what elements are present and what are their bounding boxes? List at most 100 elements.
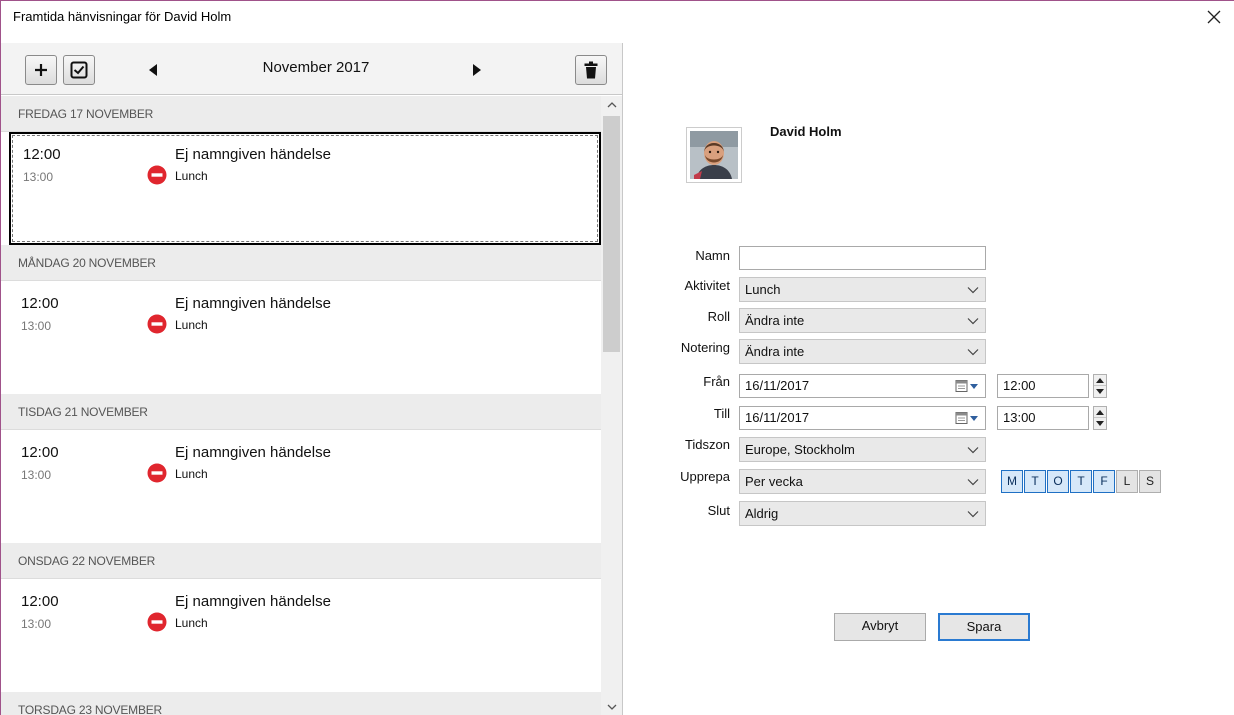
scrollbar-thumb[interactable] <box>603 116 620 352</box>
scroll-down-button[interactable] <box>601 698 622 715</box>
day-header: TISDAG 21 NOVEMBER <box>1 394 601 430</box>
event-activity: Lunch <box>175 169 208 183</box>
weekday-toggle-tuesday[interactable]: T <box>1024 470 1046 493</box>
weekday-toggle-sunday[interactable]: S <box>1139 470 1161 493</box>
weekday-toggle-friday[interactable]: F <box>1093 470 1115 493</box>
person-name: David Holm <box>770 124 842 139</box>
note-value: Ändra inte <box>745 344 805 359</box>
name-label: Namn <box>695 248 730 263</box>
spin-down-icon[interactable] <box>1094 418 1106 429</box>
event-activity: Lunch <box>175 467 208 481</box>
weekday-toggle-saturday[interactable]: L <box>1116 470 1138 493</box>
person-photo <box>690 131 738 179</box>
scroll-up-button[interactable] <box>601 96 622 114</box>
event-end-time: 13:00 <box>21 319 52 333</box>
end-value: Aldrig <box>745 506 779 521</box>
to-time-field[interactable]: 13:00 <box>997 406 1089 430</box>
event-end-time: 13:00 <box>21 468 52 482</box>
avatar <box>686 127 742 183</box>
day-header: ONSDAG 22 NOVEMBER <box>1 543 601 579</box>
no-entry-icon <box>147 463 167 483</box>
to-date-value: 16/11/2017 <box>745 410 810 425</box>
event-item[interactable]: 12:00 13:00 Ej namngiven händelse Lunch <box>1 430 601 543</box>
event-end-time: 13:00 <box>23 170 54 184</box>
no-entry-icon <box>147 314 167 334</box>
activity-select[interactable]: Lunch <box>739 277 986 302</box>
from-time-field[interactable]: 12:00 <box>997 374 1089 398</box>
day-header: MÅNDAG 20 NOVEMBER <box>1 245 601 281</box>
chevron-down-icon <box>967 447 979 454</box>
event-start-time: 12:00 <box>21 593 59 610</box>
save-button[interactable]: Spara <box>938 613 1030 641</box>
checkbox-icon <box>70 61 88 79</box>
current-month: November 2017 <box>262 59 370 76</box>
weekday-toggle-monday[interactable]: M <box>1001 470 1023 493</box>
previous-month-button[interactable] <box>147 63 161 77</box>
end-select[interactable]: Aldrig <box>739 501 986 526</box>
select-events-button[interactable] <box>63 55 95 85</box>
schedule-pane: November 2017 FREDAG 17 NOVEMBER 12:00 1… <box>1 43 623 715</box>
activity-value: Lunch <box>745 282 781 297</box>
dialog-window: Framtida hänvisningar för David Holm Nov… <box>0 0 1234 715</box>
role-select[interactable]: Ändra inte <box>739 308 986 333</box>
event-title: Ej namngiven händelse <box>175 146 331 163</box>
chevron-up-icon <box>607 102 616 108</box>
chevron-down-icon <box>967 318 979 325</box>
chevron-down-icon <box>967 479 979 486</box>
from-time-spinner[interactable] <box>1093 374 1107 398</box>
end-label: Slut <box>707 503 730 518</box>
calendar-icon <box>955 412 978 424</box>
activity-label: Aktivitet <box>684 278 730 293</box>
no-entry-icon <box>147 612 167 632</box>
to-date-field[interactable]: 16/11/2017 <box>739 406 986 430</box>
to-calendar-button[interactable] <box>955 411 981 425</box>
next-month-button[interactable] <box>471 63 485 77</box>
from-label: Från <box>703 374 730 389</box>
weekday-toggle-thursday[interactable]: T <box>1070 470 1092 493</box>
no-entry-icon <box>147 165 167 185</box>
calendar-icon <box>955 380 978 392</box>
day-header: TORSDAG 23 NOVEMBER <box>1 692 601 715</box>
event-list-scrollbar[interactable] <box>601 96 622 715</box>
add-event-button[interactable] <box>25 55 57 85</box>
event-start-time: 12:00 <box>21 295 59 312</box>
event-item[interactable]: 12:00 13:00 Ej namngiven händelse Lunch <box>1 579 601 692</box>
spin-up-icon[interactable] <box>1094 407 1106 418</box>
triangle-right-icon <box>473 64 481 76</box>
spin-up-icon[interactable] <box>1094 375 1106 386</box>
close-button[interactable] <box>1194 1 1234 33</box>
repeat-select[interactable]: Per vecka <box>739 469 986 494</box>
role-label: Roll <box>707 309 730 324</box>
timezone-label: Tidszon <box>684 437 730 452</box>
event-activity: Lunch <box>175 616 208 630</box>
event-title: Ej namngiven händelse <box>175 593 331 610</box>
close-icon <box>1207 10 1221 24</box>
timezone-select[interactable]: Europe, Stockholm <box>739 437 986 462</box>
event-end-time: 13:00 <box>21 617 52 631</box>
to-label: Till <box>713 406 730 421</box>
event-item[interactable]: 12:00 13:00 Ej namngiven händelse Lunch <box>9 132 601 245</box>
from-date-field[interactable]: 16/11/2017 <box>739 374 986 398</box>
title-bar: Framtida hänvisningar för David Holm <box>1 1 1234 33</box>
role-value: Ändra inte <box>745 313 805 328</box>
event-title: Ej namngiven händelse <box>175 295 331 312</box>
from-calendar-button[interactable] <box>955 379 981 393</box>
to-time-spinner[interactable] <box>1093 406 1107 430</box>
delete-event-button[interactable] <box>575 55 607 85</box>
cancel-button[interactable]: Avbryt <box>834 613 926 641</box>
event-item[interactable]: 12:00 13:00 Ej namngiven händelse Lunch <box>1 281 601 394</box>
name-input[interactable] <box>739 246 986 270</box>
triangle-left-icon <box>149 64 157 76</box>
weekday-toggle-wednesday[interactable]: O <box>1047 470 1069 493</box>
chevron-down-icon <box>607 704 616 710</box>
window-title: Framtida hänvisningar för David Holm <box>13 9 232 24</box>
event-title: Ej namngiven händelse <box>175 444 331 461</box>
day-header: FREDAG 17 NOVEMBER <box>1 96 601 132</box>
chevron-down-icon <box>967 511 979 518</box>
plus-icon <box>35 64 47 76</box>
note-label: Notering <box>680 340 730 355</box>
trash-icon <box>584 61 598 79</box>
spin-down-icon[interactable] <box>1094 386 1106 397</box>
note-select[interactable]: Ändra inte <box>739 339 986 364</box>
chevron-down-icon <box>967 349 979 356</box>
